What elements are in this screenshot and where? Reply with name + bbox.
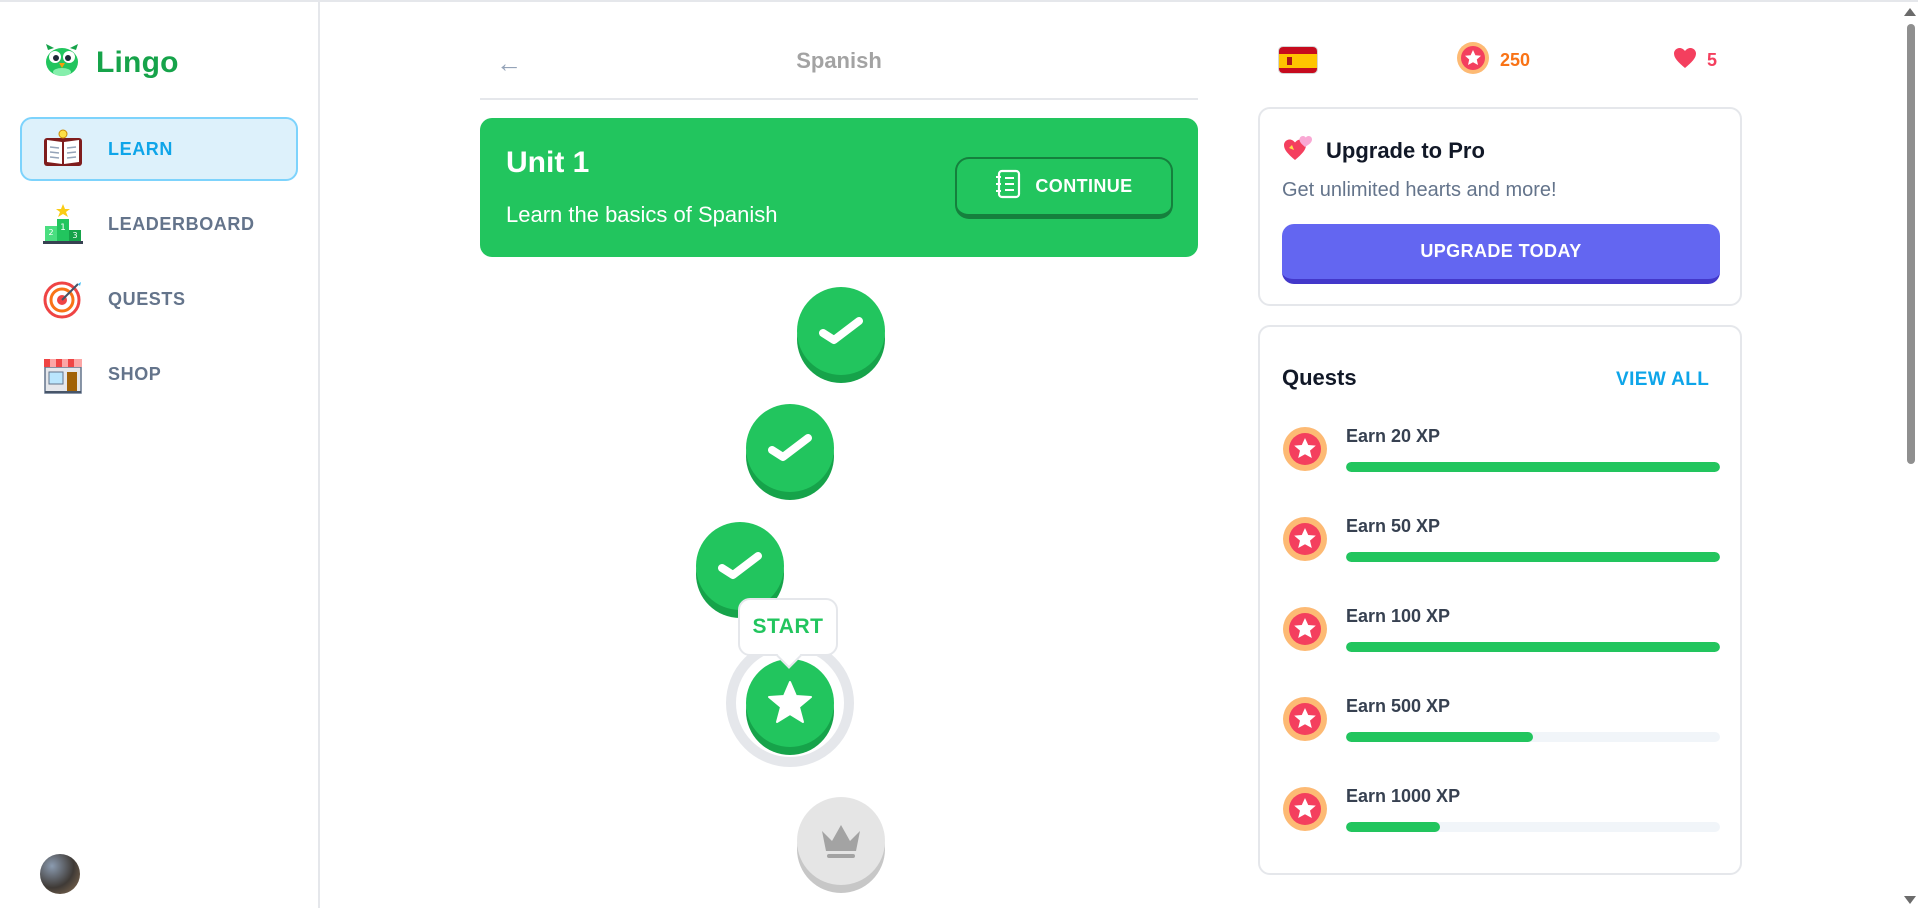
quest-progress-bar — [1346, 462, 1720, 472]
points-counter[interactable]: 250 — [1456, 40, 1530, 80]
quest-progress-bar — [1346, 552, 1720, 562]
check-icon — [768, 434, 812, 461]
lesson-completed-2[interactable] — [746, 404, 834, 492]
sidebar: Lingo LEARN 1 2 3 LEADERBOARD QUESTS SHO… — [0, 2, 320, 908]
quest-label: Earn 20 XP — [1346, 426, 1441, 446]
book-icon — [42, 128, 84, 170]
quests-card: Quests VIEW ALL Earn 20 XP Earn 50 XP Earn… — [1258, 325, 1742, 875]
points-icon — [1282, 696, 1328, 742]
svg-text:1: 1 — [60, 223, 66, 233]
view-all-link[interactable]: VIEW ALL — [1616, 369, 1709, 391]
quest-label: Earn 100 XP — [1346, 606, 1451, 626]
upgrade-subtitle: Get unlimited hearts and more! — [1282, 179, 1557, 201]
sidebar-item-learn[interactable]: LEARN — [20, 117, 298, 181]
target-icon — [42, 278, 84, 320]
mascot-icon — [42, 42, 82, 83]
upgrade-title: Upgrade to Pro — [1282, 133, 1485, 169]
hearts-value: 5 — [1707, 49, 1718, 70]
quest-progress-fill — [1346, 552, 1720, 562]
quest-label: Earn 50 XP — [1346, 516, 1441, 536]
scroll-up-arrow-icon[interactable] — [1904, 8, 1916, 16]
sidebar-item-shop[interactable]: SHOP — [20, 342, 298, 406]
heart-icon — [1673, 47, 1697, 74]
crown-icon — [822, 825, 860, 858]
points-icon — [1282, 516, 1328, 562]
quest-progress-bar — [1346, 732, 1720, 742]
hearts-icon — [1282, 133, 1314, 169]
lesson-completed-3[interactable] — [696, 522, 784, 610]
app-name: Lingo — [96, 45, 179, 79]
points-icon — [1282, 786, 1328, 832]
continue-button[interactable]: CONTINUE — [955, 157, 1173, 219]
sidebar-item-leaderboard[interactable]: 1 2 3 LEADERBOARD — [20, 192, 298, 256]
check-icon — [718, 552, 762, 579]
quests-title: Quests — [1282, 365, 1357, 390]
sidebar-item-label: LEARN — [108, 138, 173, 159]
sidebar-item-label: LEADERBOARD — [108, 213, 255, 234]
points-icon — [1456, 41, 1490, 80]
unit-title: Unit 1 — [506, 146, 590, 179]
quest-label: Earn 1000 XP — [1346, 786, 1461, 806]
lesson-completed-1[interactable] — [797, 287, 885, 375]
sidebar-item-quests[interactable]: QUESTS — [20, 267, 298, 331]
logo[interactable]: Lingo — [42, 42, 179, 83]
notebook-icon — [995, 169, 1021, 204]
quest-progress-fill — [1346, 642, 1720, 652]
upgrade-button[interactable]: UPGRADE TODAY — [1282, 224, 1720, 284]
quest-item: Earn 1000 XP — [1282, 786, 1722, 846]
spain-flag-icon — [1278, 46, 1318, 74]
continue-label: CONTINUE — [1035, 176, 1133, 196]
unit-description: Learn the basics of Spanish — [506, 202, 778, 227]
quest-progress-bar — [1346, 642, 1720, 652]
lesson-locked[interactable] — [797, 797, 885, 885]
svg-text:3: 3 — [72, 231, 77, 240]
upgrade-title-text: Upgrade to Pro — [1326, 138, 1485, 163]
language-flag-button[interactable] — [1278, 40, 1318, 80]
star-icon — [768, 681, 812, 723]
points-icon — [1282, 426, 1328, 472]
course-header: ← Spanish — [480, 40, 1198, 100]
shop-icon — [42, 353, 84, 395]
quest-progress-fill — [1346, 732, 1533, 742]
quest-progress-fill — [1346, 462, 1720, 472]
page-title: Spanish — [796, 48, 882, 73]
user-stats: 250 5 — [1278, 40, 1742, 80]
points-value: 250 — [1500, 49, 1531, 70]
page-scrollbar[interactable] — [1900, 2, 1918, 908]
lesson-current[interactable] — [746, 659, 834, 747]
quest-item: Earn 50 XP — [1282, 516, 1722, 576]
sidebar-nav: LEARN 1 2 3 LEADERBOARD QUESTS SHOP — [20, 117, 298, 417]
podium-icon: 1 2 3 — [42, 203, 84, 245]
quest-progress-bar — [1346, 822, 1720, 832]
upgrade-card: Upgrade to Pro Get unlimited hearts and … — [1258, 107, 1742, 306]
quest-item: Earn 500 XP — [1282, 696, 1722, 756]
sidebar-item-label: SHOP — [108, 363, 162, 384]
quest-label: Earn 500 XP — [1346, 696, 1451, 716]
quest-item: Earn 20 XP — [1282, 426, 1722, 486]
hearts-counter[interactable]: 5 — [1673, 40, 1717, 80]
scroll-thumb[interactable] — [1907, 24, 1915, 464]
sidebar-item-label: QUESTS — [108, 288, 186, 309]
start-tooltip[interactable]: START — [738, 598, 838, 656]
svg-text:2: 2 — [48, 228, 53, 237]
quest-item: Earn 100 XP — [1282, 606, 1722, 666]
user-avatar[interactable] — [40, 854, 80, 894]
quest-progress-fill — [1346, 822, 1440, 832]
scroll-down-arrow-icon[interactable] — [1904, 896, 1916, 904]
unit-banner: Unit 1 Learn the basics of Spanish CONTI… — [480, 118, 1198, 257]
points-icon — [1282, 606, 1328, 652]
check-icon — [819, 317, 863, 344]
